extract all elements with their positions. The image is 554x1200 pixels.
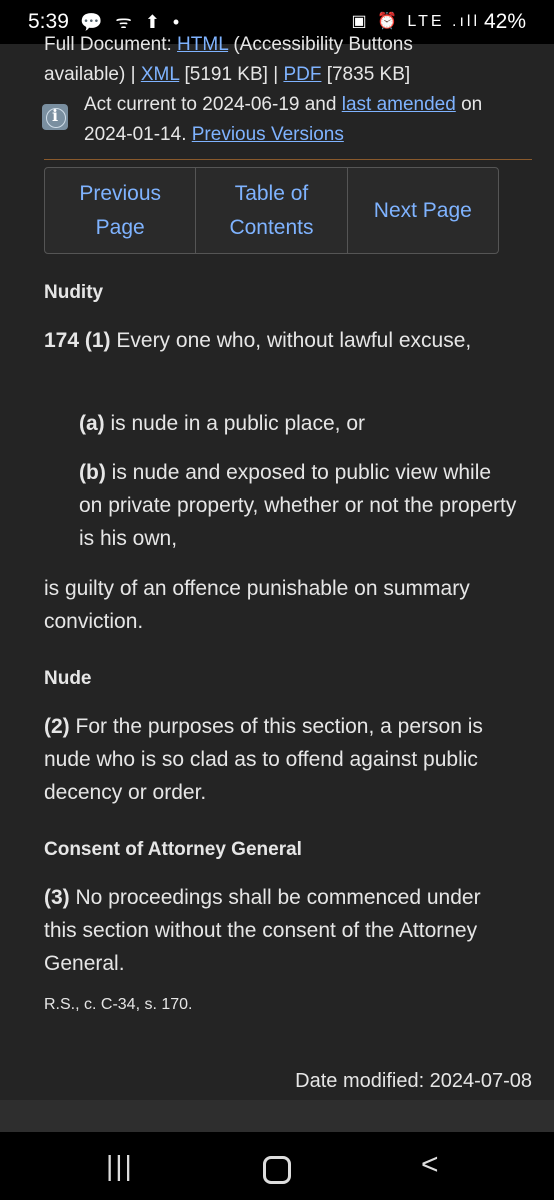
subsection-3: (3) No proceedings shall be commenced un…: [44, 886, 481, 975]
paragraph-b: (b) is nude and exposed to public view w…: [79, 461, 517, 550]
divider: [44, 159, 532, 160]
footer-band: [0, 1100, 554, 1132]
heading-nude: Nude: [44, 668, 92, 689]
heading-nudity: Nudity: [44, 282, 104, 303]
home-icon[interactable]: [263, 1156, 291, 1184]
full-document-line: Full Document: HTML (Accessibility Butto…: [44, 34, 413, 55]
table-of-contents-button[interactable]: Table of Contents: [196, 168, 348, 253]
history-note: R.S., c. C-34, s. 170.: [44, 996, 193, 1013]
currency-line-1: Act current to 2024-06-19 and last amend…: [84, 94, 483, 115]
recents-icon[interactable]: |||: [106, 1150, 134, 1182]
subsection-2: (2) For the purposes of this section, a …: [44, 715, 483, 804]
page-navigation: Previous Page Table of Contents Next Page: [44, 167, 499, 254]
heading-consent: Consent of Attorney General: [44, 839, 302, 860]
currency-line-2: 2024-01-14. Previous Versions: [84, 124, 344, 145]
next-page-button[interactable]: Next Page: [348, 168, 498, 253]
last-amended-link[interactable]: last amended: [342, 94, 456, 115]
html-link[interactable]: HTML: [177, 34, 228, 55]
system-nav-bar: ||| <: [0, 1132, 554, 1200]
paragraph-a: (a) is nude in a public place, or: [79, 412, 365, 435]
subsection-1-conclusion: is guilty of an offence punishable on su…: [44, 577, 470, 633]
formats-line: available) | XML [5191 KB] | PDF [7835 K…: [44, 64, 411, 85]
previous-versions-link[interactable]: Previous Versions: [192, 124, 344, 145]
info-icon: [42, 104, 68, 130]
xml-link[interactable]: XML: [141, 64, 179, 85]
system-icons: ▣ ⏰ LTE .ıll: [351, 13, 480, 30]
pdf-link[interactable]: PDF: [283, 64, 321, 85]
previous-page-button[interactable]: Previous Page: [45, 168, 197, 253]
subsection-1-label: 174 (1): [44, 329, 111, 352]
back-icon[interactable]: <: [421, 1148, 439, 1182]
subsection-1: 174 (1) Every one who, without lawful ex…: [44, 329, 472, 352]
date-modified: Date modified: 2024-07-08: [295, 1070, 532, 1092]
